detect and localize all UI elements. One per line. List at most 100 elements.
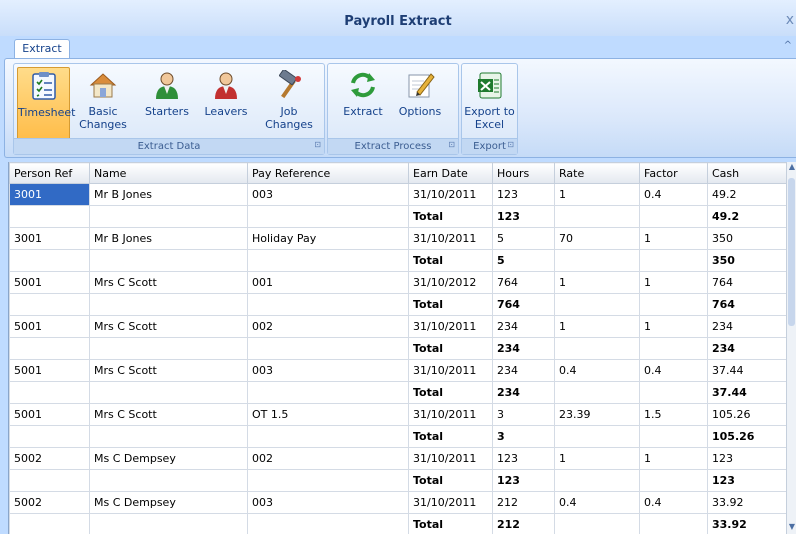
vertical-scrollbar[interactable]: ▲ ▼ xyxy=(786,162,796,534)
cell-rate[interactable] xyxy=(554,205,640,228)
table-row[interactable]: 5001 Mrs C Scott 003 31/10/2011 234 0.4 0.4 37.… xyxy=(9,359,788,382)
cell-cash[interactable]: 105.26 xyxy=(707,403,788,426)
cell-hours[interactable]: 123 xyxy=(492,469,555,492)
cell-name[interactable]: Mrs C Scott xyxy=(89,271,248,294)
tab-extract[interactable]: Extract xyxy=(14,39,70,59)
cell-rate[interactable] xyxy=(554,513,640,534)
cell-rate[interactable] xyxy=(554,293,640,316)
cell-pay-reference[interactable]: OT 1.5 xyxy=(247,403,409,426)
cell-cash[interactable]: 350 xyxy=(707,249,788,272)
cell-earn-date[interactable]: 31/10/2011 xyxy=(408,403,493,426)
cell-hours[interactable]: 3 xyxy=(492,425,555,448)
cell-rate[interactable] xyxy=(554,381,640,404)
table-total-row[interactable]: Total 123 123 xyxy=(9,469,788,492)
column-header-hours[interactable]: Hours xyxy=(492,162,555,184)
cell-cash[interactable]: 764 xyxy=(707,271,788,294)
cell-name[interactable]: Mrs C Scott xyxy=(89,359,248,382)
options-button[interactable]: Options xyxy=(394,67,446,138)
cell-person-ref[interactable] xyxy=(9,249,90,272)
column-header-pay-reference[interactable]: Pay Reference xyxy=(247,162,409,184)
cell-pay-reference[interactable]: Holiday Pay xyxy=(247,227,409,250)
cell-factor[interactable] xyxy=(639,469,708,492)
cell-pay-reference[interactable]: 003 xyxy=(247,491,409,514)
cell-rate[interactable]: 1 xyxy=(554,447,640,470)
export-to-excel-button[interactable]: Export to Excel xyxy=(464,67,515,138)
table-total-row[interactable]: Total 5 350 xyxy=(9,249,788,272)
cell-earn-date[interactable]: 31/10/2011 xyxy=(408,315,493,338)
table-total-row[interactable]: Total 234 234 xyxy=(9,337,788,360)
column-header-factor[interactable]: Factor xyxy=(639,162,708,184)
cell-name[interactable] xyxy=(89,381,248,404)
dialog-launcher-icon[interactable]: ⊡ xyxy=(507,137,514,152)
cell-name[interactable] xyxy=(89,249,248,272)
dialog-launcher-icon[interactable]: ⊡ xyxy=(448,137,455,152)
cell-factor[interactable]: 1 xyxy=(639,447,708,470)
cell-cash[interactable]: 105.26 xyxy=(707,425,788,448)
close-icon[interactable]: x xyxy=(786,12,794,28)
cell-name[interactable]: Mr B Jones xyxy=(89,183,248,206)
cell-factor[interactable] xyxy=(639,381,708,404)
ribbon-collapse-icon[interactable]: ^ xyxy=(784,40,792,51)
cell-person-ref[interactable]: 5001 xyxy=(9,359,90,382)
cell-person-ref[interactable]: 3001 xyxy=(9,183,90,206)
table-total-row[interactable]: Total 212 33.92 xyxy=(9,513,788,534)
cell-earn-date[interactable]: Total xyxy=(408,249,493,272)
cell-earn-date[interactable]: 31/10/2011 xyxy=(408,491,493,514)
cell-rate[interactable]: 70 xyxy=(554,227,640,250)
scroll-up-icon[interactable]: ▲ xyxy=(787,162,796,174)
cell-hours[interactable]: 123 xyxy=(492,447,555,470)
cell-name[interactable] xyxy=(89,513,248,534)
cell-factor[interactable]: 0.4 xyxy=(639,359,708,382)
table-total-row[interactable]: Total 764 764 xyxy=(9,293,788,316)
cell-pay-reference[interactable] xyxy=(247,381,409,404)
cell-rate[interactable] xyxy=(554,249,640,272)
cell-pay-reference[interactable] xyxy=(247,469,409,492)
cell-cash[interactable]: 234 xyxy=(707,337,788,360)
cell-hours[interactable]: 123 xyxy=(492,205,555,228)
cell-rate[interactable] xyxy=(554,425,640,448)
table-row[interactable]: 5001 Mrs C Scott 001 31/10/2012 764 1 1 764 xyxy=(9,271,788,294)
cell-earn-date[interactable]: 31/10/2011 xyxy=(408,359,493,382)
table-row[interactable]: 5001 Mrs C Scott 002 31/10/2011 234 1 1 234 xyxy=(9,315,788,338)
scroll-thumb[interactable] xyxy=(788,178,795,326)
timesheet-button[interactable]: Timesheet xyxy=(17,67,75,140)
cell-name[interactable] xyxy=(89,425,248,448)
cell-cash[interactable]: 33.92 xyxy=(707,491,788,514)
cell-factor[interactable]: 1.5 xyxy=(639,403,708,426)
column-header-person-ref[interactable]: Person Ref xyxy=(9,162,90,184)
cell-hours[interactable]: 123 xyxy=(492,183,555,206)
dialog-launcher-icon[interactable]: ⊡ xyxy=(314,137,321,152)
cell-cash[interactable]: 123 xyxy=(707,469,788,492)
cell-earn-date[interactable]: 31/10/2011 xyxy=(408,447,493,470)
column-header-rate[interactable]: Rate xyxy=(554,162,640,184)
cell-rate[interactable]: 23.39 xyxy=(554,403,640,426)
cell-rate[interactable]: 1 xyxy=(554,315,640,338)
cell-factor[interactable] xyxy=(639,205,708,228)
cell-earn-date[interactable]: Total xyxy=(408,513,493,534)
cell-factor[interactable]: 1 xyxy=(639,271,708,294)
cell-hours[interactable]: 234 xyxy=(492,315,555,338)
table-row[interactable]: 3001 Mr B Jones 003 31/10/2011 123 1 0.4 49.2 xyxy=(9,183,788,206)
cell-factor[interactable] xyxy=(639,249,708,272)
cell-factor[interactable] xyxy=(639,337,708,360)
cell-hours[interactable]: 764 xyxy=(492,271,555,294)
cell-earn-date[interactable]: 31/10/2012 xyxy=(408,271,493,294)
cell-name[interactable]: Mr B Jones xyxy=(89,227,248,250)
cell-factor[interactable]: 0.4 xyxy=(639,491,708,514)
cell-pay-reference[interactable]: 002 xyxy=(247,447,409,470)
column-header-name[interactable]: Name xyxy=(89,162,248,184)
cell-hours[interactable]: 5 xyxy=(492,227,555,250)
cell-earn-date[interactable]: Total xyxy=(408,425,493,448)
cell-person-ref[interactable] xyxy=(9,205,90,228)
table-total-row[interactable]: Total 3 105.26 xyxy=(9,425,788,448)
starters-button[interactable]: Starters xyxy=(138,67,196,138)
cell-pay-reference[interactable]: 003 xyxy=(247,183,409,206)
cell-person-ref[interactable]: 5001 xyxy=(9,315,90,338)
cell-earn-date[interactable]: Total xyxy=(408,205,493,228)
cell-name[interactable] xyxy=(89,293,248,316)
cell-cash[interactable]: 33.92 xyxy=(707,513,788,534)
table-row[interactable]: 5001 Mrs C Scott OT 1.5 31/10/2011 3 23.39 1.5… xyxy=(9,403,788,426)
leavers-button[interactable]: Leavers xyxy=(198,67,254,138)
cell-pay-reference[interactable] xyxy=(247,205,409,228)
cell-person-ref[interactable] xyxy=(9,425,90,448)
